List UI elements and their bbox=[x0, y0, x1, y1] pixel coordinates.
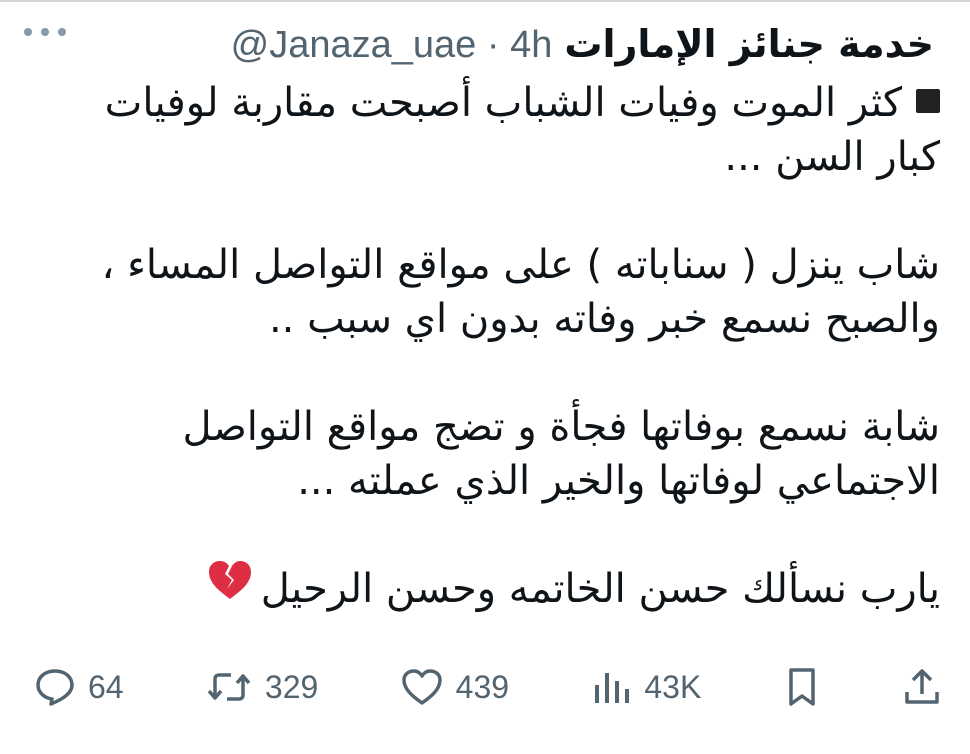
tweet-time[interactable]: 4h bbox=[510, 24, 552, 66]
tweet-paragraph: يارب نسألك حسن الخاتمه وحسن الرحيل bbox=[30, 559, 940, 619]
views-count: 43K bbox=[644, 668, 702, 705]
repost-count: 329 bbox=[264, 668, 319, 705]
repost-icon bbox=[205, 667, 253, 707]
tweet-line: الاجتماعي لوفاتها والخير الذي عملته ... bbox=[297, 458, 940, 504]
tweet-body: كثر الموت وفيات الشباب أصبحت مقاربة لوفي… bbox=[30, 76, 940, 619]
reply-button[interactable]: 64 bbox=[34, 667, 124, 707]
tweet-line-text: كثر الموت وفيات الشباب أصبحت مقاربة لوفي… bbox=[104, 80, 902, 126]
more-dot bbox=[24, 28, 32, 36]
repost-button[interactable]: 329 bbox=[205, 667, 318, 707]
tweet-line: كثر الموت وفيات الشباب أصبحت مقاربة لوفي… bbox=[30, 76, 940, 130]
meta-separator: · bbox=[486, 24, 500, 66]
tweet-line: شاب ينزل ( سناباته ) على مواقع التواصل ا… bbox=[101, 242, 941, 288]
author-handle[interactable]: @Janaza_uae bbox=[231, 24, 477, 66]
more-options-icon[interactable] bbox=[24, 28, 66, 36]
views-button[interactable]: 43K bbox=[590, 667, 701, 707]
reply-count: 64 bbox=[88, 668, 124, 705]
like-button[interactable]: 439 bbox=[400, 667, 509, 707]
top-divider bbox=[0, 0, 970, 2]
black-square-icon bbox=[916, 89, 940, 113]
tweet-line: والصبح نسمع خبر وفاته بدون اي سبب .. bbox=[268, 296, 940, 342]
views-bar-chart-icon bbox=[590, 667, 632, 707]
tweet-line: يارب نسألك حسن الخاتمه وحسن الرحيل bbox=[30, 559, 940, 619]
tweet-paragraph: كثر الموت وفيات الشباب أصبحت مقاربة لوفي… bbox=[30, 76, 940, 184]
bookmark-button[interactable] bbox=[783, 666, 821, 708]
bookmark-icon bbox=[783, 666, 821, 708]
tweet-paragraph: شاب ينزل ( سناباته ) على مواقع التواصل ا… bbox=[30, 238, 941, 346]
reply-bubble-icon bbox=[34, 667, 76, 707]
more-dot bbox=[41, 28, 49, 36]
author-line: خدمة جنائز الإمارات@Janaza_uae · 4h bbox=[231, 18, 934, 71]
broken-heart-icon bbox=[207, 559, 253, 615]
tweet-line: كبار السن ... bbox=[724, 134, 940, 180]
author-meta: @Janaza_uae · 4h bbox=[231, 19, 553, 71]
author-name[interactable]: خدمة جنائز الإمارات bbox=[564, 22, 934, 66]
tweet-actions: 64 329 439 43K bbox=[34, 662, 942, 712]
tweet-line: شابة نسمع بوفاتها فجأة و تضج مواقع التوا… bbox=[182, 404, 940, 450]
tweet-paragraph: شابة نسمع بوفاتها فجأة و تضج مواقع التوا… bbox=[30, 400, 940, 508]
like-count: 439 bbox=[455, 668, 510, 705]
more-dot bbox=[58, 28, 66, 36]
tweet-line-text: يارب نسألك حسن الخاتمه وحسن الرحيل bbox=[260, 566, 940, 612]
heart-outline-icon bbox=[400, 667, 444, 707]
tweet-header: خدمة جنائز الإمارات@Janaza_uae · 4h bbox=[24, 18, 934, 70]
share-upload-icon bbox=[902, 666, 942, 708]
share-button[interactable] bbox=[902, 666, 942, 708]
